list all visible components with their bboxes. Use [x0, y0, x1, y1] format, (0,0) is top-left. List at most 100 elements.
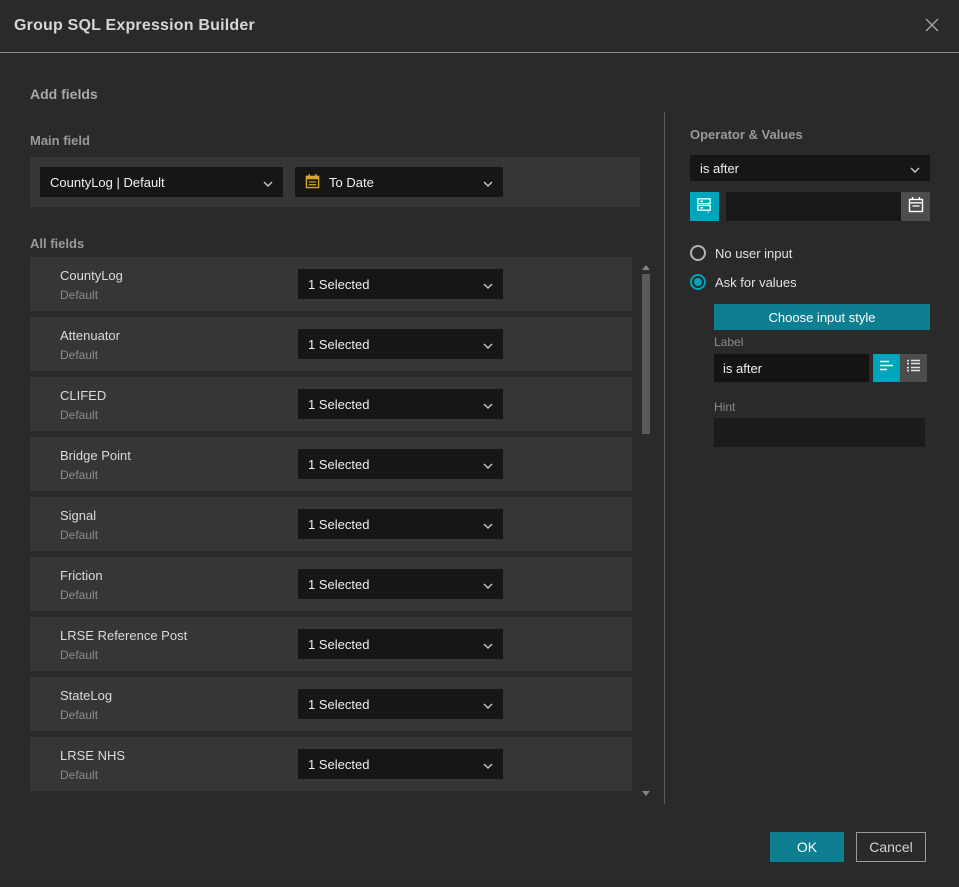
field-row-lrse-reference-post: LRSE Reference Post Default 1 Selected — [30, 617, 632, 671]
field-row-friction: Friction Default 1 Selected — [30, 557, 632, 611]
main-field-row: CountyLog | Default To Date — [30, 157, 640, 207]
field-subtitle: Default — [60, 588, 99, 602]
main-date-dropdown[interactable]: To Date — [295, 167, 503, 197]
chevron-down-icon — [483, 577, 493, 592]
field-selection-value: 1 Selected — [308, 696, 370, 712]
radio-ask-for-values[interactable]: Ask for values — [690, 274, 797, 290]
group-sql-expression-builder-dialog: Group SQL Expression Builder Add fields … — [0, 0, 959, 887]
field-row-lrse-nhs: LRSE NHS Default 1 Selected — [30, 737, 632, 791]
field-selection-value: 1 Selected — [308, 516, 370, 532]
all-fields-label: All fields — [30, 236, 85, 251]
value-date-input[interactable] — [726, 192, 901, 221]
close-button[interactable] — [921, 16, 943, 38]
cancel-button[interactable]: Cancel — [856, 832, 926, 862]
chevron-down-icon — [483, 175, 493, 190]
chevron-down-icon — [263, 175, 273, 190]
value-stack-icon — [696, 196, 713, 218]
chevron-down-icon — [483, 457, 493, 472]
close-icon — [922, 15, 942, 40]
field-name: Bridge Point — [60, 448, 131, 463]
field-subtitle: Default — [60, 348, 99, 362]
field-name: StateLog — [60, 688, 113, 703]
scrollbar-thumb[interactable] — [642, 274, 650, 434]
radio-no-user-input[interactable]: No user input — [690, 245, 792, 261]
field-selection-value: 1 Selected — [308, 636, 370, 652]
dialog-title: Group SQL Expression Builder — [14, 17, 255, 34]
field-name: CountyLog — [60, 268, 123, 283]
field-row-countylog: CountyLog Default 1 Selected — [30, 257, 632, 311]
main-field-dropdown-value: CountyLog | Default — [50, 174, 165, 190]
list-input-style-button[interactable] — [900, 354, 927, 382]
chevron-down-icon — [483, 697, 493, 712]
field-row-signal: Signal Default 1 Selected — [30, 497, 632, 551]
field-selection-value: 1 Selected — [308, 276, 370, 292]
bullet-list-icon — [906, 359, 921, 377]
operator-values-heading: Operator & Values — [690, 127, 803, 142]
add-fields-heading: Add fields — [30, 86, 98, 102]
field-row-bridge-point: Bridge Point Default 1 Selected — [30, 437, 632, 491]
field-name: Friction — [60, 568, 103, 583]
all-fields-list: CountyLog Default 1 Selected Attenuator … — [30, 257, 632, 791]
field-selection-dropdown[interactable]: 1 Selected — [298, 269, 503, 299]
scroll-up-icon[interactable] — [642, 265, 650, 270]
field-selection-dropdown[interactable]: 1 Selected — [298, 449, 503, 479]
chevron-down-icon — [483, 757, 493, 772]
field-name: CLIFED — [60, 388, 107, 403]
field-selection-dropdown[interactable]: 1 Selected — [298, 509, 503, 539]
chevron-down-icon — [910, 161, 920, 176]
chevron-down-icon — [483, 277, 493, 292]
radio-label: Ask for values — [715, 274, 797, 290]
field-selection-dropdown[interactable]: 1 Selected — [298, 689, 503, 719]
align-left-icon — [879, 359, 894, 377]
field-selection-value: 1 Selected — [308, 336, 370, 352]
single-line-input-style-button[interactable] — [873, 354, 900, 382]
field-selection-value: 1 Selected — [308, 396, 370, 412]
field-selection-dropdown[interactable]: 1 Selected — [298, 629, 503, 659]
radio-circle-icon — [690, 245, 706, 261]
calendar-gold-icon — [305, 173, 320, 192]
main-field-dropdown[interactable]: CountyLog | Default — [40, 167, 283, 197]
hint-caption: Hint — [714, 400, 736, 414]
scroll-down-icon[interactable] — [642, 791, 650, 796]
label-caption: Label — [714, 335, 744, 349]
field-subtitle: Default — [60, 408, 99, 422]
chevron-down-icon — [483, 637, 493, 652]
field-selection-dropdown[interactable]: 1 Selected — [298, 749, 503, 779]
field-name: LRSE NHS — [60, 748, 126, 763]
field-subtitle: Default — [60, 288, 99, 302]
field-subtitle: Default — [60, 708, 99, 722]
choose-input-style-button[interactable]: Choose input style — [714, 304, 930, 330]
field-selection-value: 1 Selected — [308, 576, 370, 592]
fields-list-scrollbar[interactable] — [642, 258, 650, 798]
ok-button[interactable]: OK — [770, 832, 844, 862]
field-row-statelog: StateLog Default 1 Selected — [30, 677, 632, 731]
field-name: Attenuator — [60, 328, 120, 343]
chevron-down-icon — [483, 337, 493, 352]
field-subtitle: Default — [60, 648, 99, 662]
field-selection-value: 1 Selected — [308, 756, 370, 772]
radio-circle-checked-icon — [690, 274, 706, 290]
operator-dropdown[interactable]: is after — [690, 155, 930, 181]
label-input[interactable] — [714, 354, 869, 382]
field-subtitle: Default — [60, 468, 99, 482]
operator-dropdown-value: is after — [700, 160, 740, 176]
main-field-label: Main field — [30, 133, 90, 148]
field-row-attenuator: Attenuator Default 1 Selected — [30, 317, 632, 371]
chevron-down-icon — [483, 397, 493, 412]
field-row-clifed: CLIFED Default 1 Selected — [30, 377, 632, 431]
radio-label: No user input — [715, 245, 793, 261]
field-selection-dropdown[interactable]: 1 Selected — [298, 569, 503, 599]
panel-divider — [664, 112, 665, 804]
field-selection-dropdown[interactable]: 1 Selected — [298, 389, 503, 419]
hint-input[interactable] — [714, 418, 925, 447]
chevron-down-icon — [483, 517, 493, 532]
field-name: LRSE Reference Post — [60, 628, 188, 643]
date-picker-button[interactable] — [901, 192, 930, 221]
calendar-white-icon — [908, 196, 924, 218]
field-selection-value: 1 Selected — [308, 456, 370, 472]
field-selection-dropdown[interactable]: 1 Selected — [298, 329, 503, 359]
main-date-dropdown-value: To Date — [329, 174, 374, 190]
field-name: Signal — [60, 508, 97, 523]
set-value-from-data-button[interactable] — [690, 192, 719, 221]
dialog-titlebar: Group SQL Expression Builder — [0, 0, 959, 53]
